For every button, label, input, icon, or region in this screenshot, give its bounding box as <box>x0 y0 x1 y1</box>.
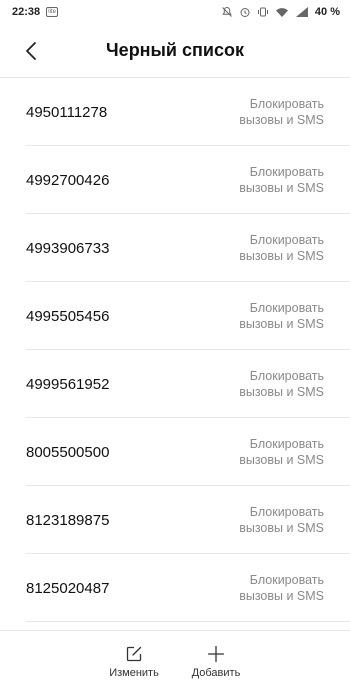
status-time: 22:38 <box>12 6 41 18</box>
list-item[interactable]: 4992700426 Блокировать вызовы и SMS <box>0 146 350 214</box>
phone-number: 8125020487 <box>26 579 110 597</box>
header: Черный список <box>0 24 350 78</box>
blacklist-screen: 22:38 lite 40 % Черный список 4950111278… <box>0 0 350 700</box>
edit-icon <box>126 646 142 662</box>
list-item[interactable]: 4950111278 Блокировать вызовы и SMS <box>0 78 350 146</box>
block-mode: Блокировать вызовы и SMS <box>239 301 324 331</box>
block-mode: Блокировать вызовы и SMS <box>239 165 324 195</box>
block-mode: Блокировать вызовы и SMS <box>239 233 324 263</box>
notification-icon: lite <box>46 7 59 17</box>
phone-number: 4993906733 <box>26 239 110 257</box>
battery-percent: 40 % <box>314 6 340 18</box>
block-mode: Блокировать вызовы и SMS <box>239 97 324 127</box>
signal-icon <box>295 7 308 17</box>
status-right: 40 % <box>221 6 340 18</box>
blacklist: 4950111278 Блокировать вызовы и SMS 4992… <box>0 78 350 630</box>
block-mode: Блокировать вызовы и SMS <box>239 437 324 467</box>
status-left: 22:38 lite <box>12 6 59 18</box>
block-mode: Блокировать вызовы и SMS <box>239 573 324 603</box>
status-bar: 22:38 lite 40 % <box>0 0 350 24</box>
mute-icon <box>222 6 232 17</box>
phone-number: 4999561952 <box>26 375 110 393</box>
phone-number: 8123189875 <box>26 511 110 529</box>
add-button[interactable]: Добавить <box>189 645 243 700</box>
list-item[interactable]: 4993906733 Блокировать вызовы и SMS <box>0 214 350 282</box>
block-mode: Блокировать вызовы и SMS <box>239 505 324 535</box>
list-item[interactable]: 4999561952 Блокировать вызовы и SMS <box>0 350 350 418</box>
vibrate-icon <box>257 7 268 17</box>
bottom-toolbar: Изменить Добавить <box>0 630 350 700</box>
list-item[interactable]: 4995505456 Блокировать вызовы и SMS <box>0 282 350 350</box>
add-label: Добавить <box>191 667 241 679</box>
page-title: Черный список <box>106 40 244 60</box>
edit-label: Изменить <box>109 667 159 679</box>
list-item[interactable]: 8005500500 Блокировать вызовы и SMS <box>0 418 350 486</box>
phone-number: 8005500500 <box>26 443 110 461</box>
alarm-icon <box>240 8 250 17</box>
back-button[interactable] <box>14 34 48 68</box>
list-item[interactable]: 8123189875 Блокировать вызовы и SMS <box>0 486 350 554</box>
edit-button[interactable]: Изменить <box>107 645 161 700</box>
phone-number: 4950111278 <box>26 103 108 121</box>
block-mode: Блокировать вызовы и SMS <box>239 369 324 399</box>
phone-number: 4995505456 <box>26 307 110 325</box>
wifi-icon <box>275 8 288 17</box>
phone-number: 4992700426 <box>26 171 110 189</box>
plus-icon <box>207 645 225 663</box>
chevron-left-icon <box>26 42 36 60</box>
list-item[interactable]: 8125020487 Блокировать вызовы и SMS <box>0 554 350 622</box>
